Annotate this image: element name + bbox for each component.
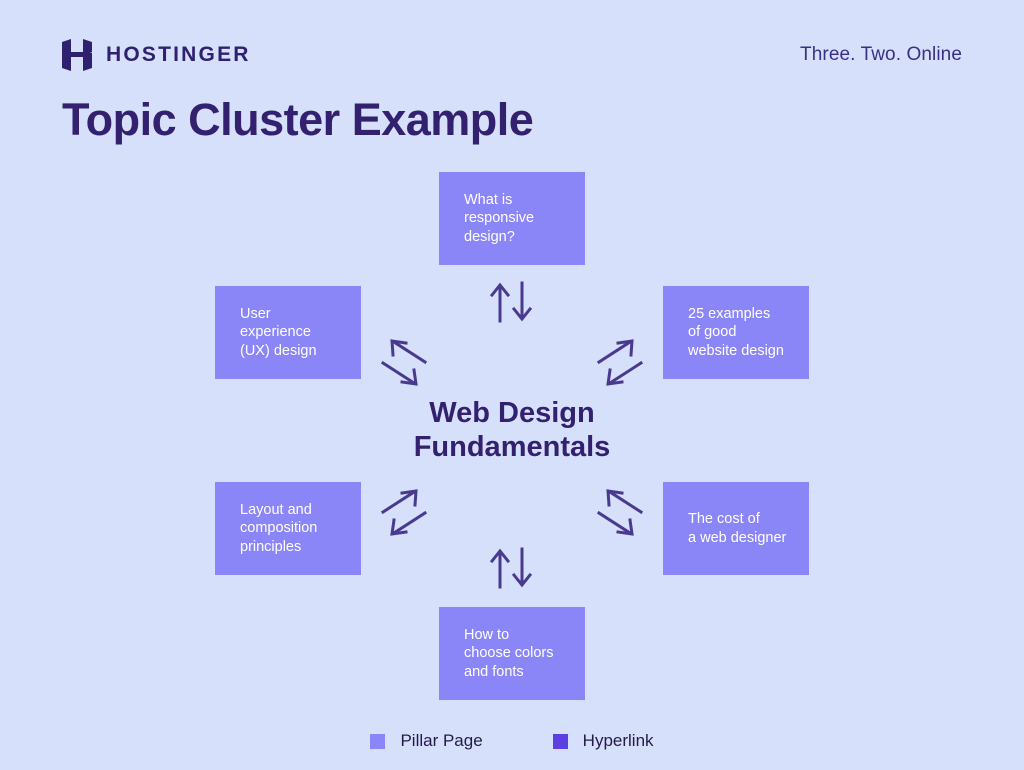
cluster-node-left-upper[interactable]: User experience (UX) design (215, 286, 361, 379)
cluster-node-label: The cost of a web designer (688, 511, 787, 546)
legend-swatch-icon (370, 733, 386, 749)
pillar-page-label: Web Design Fundamentals (413, 397, 611, 464)
lower-left-connector-diagonal-arrows-icon (378, 486, 430, 538)
cluster-node-left-lower[interactable]: Layout and composition principles (215, 482, 361, 575)
cluster-node-top[interactable]: What is responsive design? (439, 172, 585, 265)
cluster-node-label: What is responsive design? (464, 192, 535, 245)
cluster-node-label: 25 examples of good website design (688, 306, 784, 359)
legend-item-pillar-page: Pillar Page (370, 731, 483, 751)
legend-label: Hyperlink (582, 731, 654, 750)
topic-cluster-diagram: What is responsive design? User experien… (0, 0, 1024, 770)
legend-label: Pillar Page (400, 731, 483, 750)
cluster-node-bottom[interactable]: How to choose colors and fonts (439, 607, 585, 700)
legend-item-hyperlink: Hyperlink (552, 731, 654, 751)
bottom-connector-up-down-arrows-icon (487, 547, 537, 589)
legend-swatch-icon (552, 733, 568, 749)
cluster-node-label: How to choose colors and fonts (464, 627, 554, 680)
cluster-node-right-upper[interactable]: 25 examples of good website design (663, 286, 809, 379)
cluster-node-label: Layout and composition principles (240, 502, 318, 555)
upper-left-connector-diagonal-arrows-icon (378, 336, 430, 388)
diagram-legend: Pillar Page Hyperlink (0, 731, 1024, 751)
cluster-node-right-lower[interactable]: The cost of a web designer (663, 482, 809, 575)
cluster-node-label: User experience (UX) design (240, 306, 317, 359)
top-connector-up-down-arrows-icon (487, 281, 537, 323)
upper-right-connector-diagonal-arrows-icon (594, 336, 646, 388)
lower-right-connector-diagonal-arrows-icon (594, 486, 646, 538)
